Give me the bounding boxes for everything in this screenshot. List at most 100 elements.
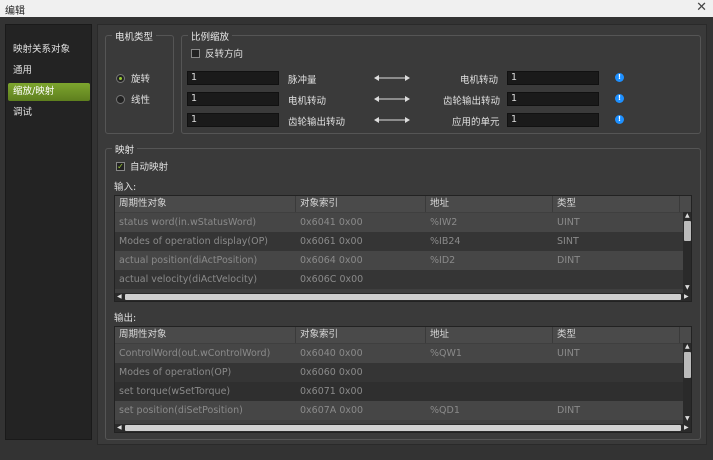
cell-type — [553, 363, 680, 382]
content-panel: 电机类型 旋转 线性 比例缩放 反转方向 1 脉冲量 电机转动 1 ! 1 电机… — [97, 24, 707, 445]
info-icon[interactable]: ! — [615, 94, 624, 103]
table-row[interactable]: set torque(wSetTorque) 0x6071 0x00 — [115, 382, 683, 401]
input-horizontal-scrollbar[interactable]: ◀ ▶ — [115, 293, 691, 301]
cell-object: actual position(diActPosition) — [119, 255, 258, 266]
cell-address: %ID2 — [430, 255, 456, 266]
cell-object: Modes of operation(OP) — [119, 367, 232, 378]
output-section-label: 输出: — [114, 313, 137, 324]
cell-index: 0x6071 0x00 — [300, 386, 363, 397]
output-table: 周期性对象 对象索引 地址 类型 ControlWord(out.wContro… — [114, 326, 692, 433]
scroll-down-icon[interactable]: ▼ — [685, 285, 690, 291]
gear-output-label-right: 齿轮输出转动 — [443, 96, 501, 107]
cell-index: 0x6040 0x00 — [300, 348, 363, 359]
gear-output-input-right[interactable]: 1 — [507, 92, 599, 106]
radio-rotary[interactable]: 旋转 — [116, 71, 150, 85]
col-header-object[interactable]: 周期性对象 — [115, 196, 296, 212]
cell-address — [426, 270, 553, 289]
cell-type: UINT — [557, 217, 580, 228]
table-row[interactable]: set position(diSetPosition) 0x607A 0x00 … — [115, 401, 683, 420]
table-row[interactable]: ControlWord(out.wControlWord) 0x6040 0x0… — [115, 344, 683, 363]
col-header-index[interactable]: 对象索引 — [296, 327, 426, 343]
cell-object: Modes of operation display(OP) — [119, 236, 269, 247]
scroll-up-icon[interactable]: ▲ — [685, 213, 690, 219]
table-row[interactable]: Modes of operation(OP) 0x6060 0x00 — [115, 363, 683, 382]
input-table: 周期性对象 对象索引 地址 类型 status word(in.wStatusW… — [114, 195, 692, 302]
scroll-thumb[interactable] — [684, 221, 691, 241]
radio-linear[interactable]: 线性 — [116, 92, 150, 106]
checkbox-checked-icon: ✓ — [116, 161, 125, 171]
cell-object: set torque(wSetTorque) — [119, 386, 231, 397]
cell-type: SINT — [557, 236, 579, 247]
scroll-left-icon[interactable]: ◀ — [117, 425, 122, 431]
cell-index: 0x6041 0x00 — [300, 217, 363, 228]
motor-rotation-input-left[interactable]: 1 — [187, 92, 279, 106]
sidebar-item-mapping-objects[interactable]: 映射关系对象 — [8, 41, 90, 59]
col-header-object[interactable]: 周期性对象 — [115, 327, 296, 343]
radio-unchecked-icon — [116, 94, 125, 104]
radio-linear-label: 线性 — [131, 95, 151, 106]
dialog-body: 映射关系对象 通用 缩放/映射 调试 电机类型 旋转 线性 比例缩放 反转方向 — [0, 17, 713, 460]
close-icon[interactable]: ✕ — [696, 0, 707, 16]
auto-mapping-label: 自动映射 — [130, 162, 169, 173]
scroll-left-icon[interactable]: ◀ — [117, 294, 122, 300]
checkbox-unchecked-icon — [191, 48, 200, 58]
auto-mapping-checkbox[interactable]: ✓ 自动映射 — [116, 159, 168, 173]
cell-object: ControlWord(out.wControlWord) — [119, 348, 271, 359]
reverse-direction-label: 反转方向 — [205, 49, 244, 60]
scroll-right-icon[interactable]: ▶ — [684, 425, 689, 431]
reverse-direction-checkbox[interactable]: 反转方向 — [191, 46, 243, 60]
output-vertical-scrollbar[interactable]: ▲ ▼ — [683, 343, 691, 424]
col-header-address[interactable]: 地址 — [426, 196, 553, 212]
table-row[interactable]: status word(in.wStatusWord) 0x6041 0x00 … — [115, 213, 683, 232]
cell-index: 0x606C 0x00 — [300, 274, 364, 285]
scroll-right-icon[interactable]: ▶ — [684, 294, 689, 300]
scroll-thumb[interactable] — [684, 352, 691, 378]
cell-address: %QW1 — [430, 348, 462, 359]
table-row[interactable]: actual position(diActPosition) 0x6064 0x… — [115, 251, 683, 270]
sidebar-item-scaling-mapping[interactable]: 缩放/映射 — [8, 83, 90, 101]
scroll-up-icon[interactable]: ▲ — [685, 344, 690, 350]
cell-address — [426, 382, 553, 401]
output-horizontal-scrollbar[interactable]: ◀ ▶ — [115, 424, 691, 432]
scaling-legend: 比例缩放 — [188, 29, 233, 43]
cell-index: 0x607A 0x00 — [300, 405, 364, 416]
col-header-type[interactable]: 类型 — [553, 327, 680, 343]
input-vertical-scrollbar[interactable]: ▲ ▼ — [683, 212, 691, 293]
cell-index: 0x6060 0x00 — [300, 367, 363, 378]
col-header-address[interactable]: 地址 — [426, 327, 553, 343]
cell-address: %IW2 — [430, 217, 458, 228]
cell-object: set position(diSetPosition) — [119, 405, 243, 416]
motor-rotation-input-right[interactable]: 1 — [507, 71, 599, 85]
double-arrow-icon — [374, 75, 410, 81]
motor-type-group: 电机类型 旋转 线性 — [105, 29, 174, 134]
sidebar-item-general[interactable]: 通用 — [8, 62, 90, 80]
sidebar: 映射关系对象 通用 缩放/映射 调试 — [5, 24, 92, 440]
table-row[interactable]: actual velocity(diActVelocity) 0x606C 0x… — [115, 270, 683, 289]
app-unit-input[interactable]: 1 — [507, 113, 599, 127]
radio-checked-icon — [116, 73, 125, 83]
scaling-group: 比例缩放 反转方向 1 脉冲量 电机转动 1 ! 1 电机转动 齿轮输出转动 1… — [181, 29, 701, 134]
pulse-label: 脉冲量 — [288, 75, 317, 86]
col-header-type[interactable]: 类型 — [553, 196, 680, 212]
title-bar: 编辑 ✕ — [0, 0, 713, 17]
mapping-legend: 映射 — [112, 142, 138, 156]
scroll-thumb[interactable] — [125, 294, 681, 300]
cell-type: DINT — [557, 255, 581, 266]
motor-type-legend: 电机类型 — [112, 29, 157, 43]
mapping-group: 映射 ✓ 自动映射 输入: 周期性对象 对象索引 地址 类型 status wo… — [105, 142, 701, 440]
scroll-down-icon[interactable]: ▼ — [685, 416, 690, 422]
gear-output-label-left: 齿轮输出转动 — [288, 117, 346, 128]
cell-address: %QD1 — [430, 405, 460, 416]
sidebar-item-debug[interactable]: 调试 — [8, 104, 90, 122]
col-header-index[interactable]: 对象索引 — [296, 196, 426, 212]
scroll-thumb[interactable] — [125, 425, 681, 431]
info-icon[interactable]: ! — [615, 73, 624, 82]
table-row[interactable]: Modes of operation display(OP) 0x6061 0x… — [115, 232, 683, 251]
info-icon[interactable]: ! — [615, 115, 624, 124]
pulse-input[interactable]: 1 — [187, 71, 279, 85]
radio-rotary-label: 旋转 — [131, 74, 151, 85]
gear-output-input-left[interactable]: 1 — [187, 113, 279, 127]
window-title: 编辑 — [5, 6, 25, 17]
cell-index: 0x6061 0x00 — [300, 236, 363, 247]
app-unit-label: 应用的单元 — [452, 117, 500, 128]
